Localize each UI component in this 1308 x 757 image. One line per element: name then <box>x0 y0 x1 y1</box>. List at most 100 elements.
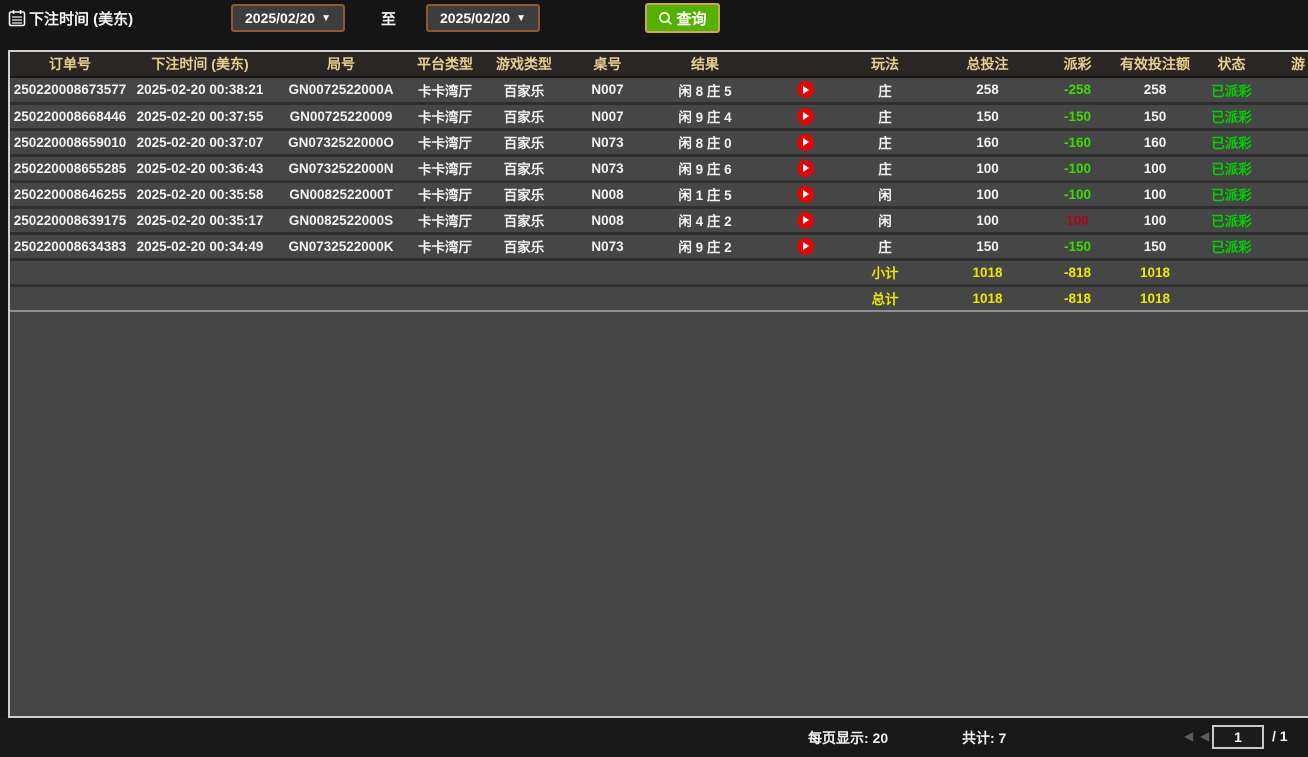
cell-game-type: 百家乐 <box>478 129 570 155</box>
cell-game-type: 百家乐 <box>478 207 570 233</box>
cell-result: 闲 1 庄 5 <box>645 181 765 207</box>
chevron-down-icon: ▼ <box>321 13 331 24</box>
cell-round-no: GN0082522000S <box>270 207 412 233</box>
play-icon <box>803 190 809 198</box>
cell-status: 已派彩 <box>1205 207 1258 233</box>
date-range-to-label: 至 <box>381 8 396 29</box>
bet-records-table: 订单号下注时间 (美东)局号平台类型游戏类型桌号结果玩法总投注派彩有效投注额状态… <box>10 52 1308 312</box>
search-icon <box>658 11 673 26</box>
cell-extra <box>1258 207 1308 233</box>
play-button[interactable] <box>797 160 814 177</box>
cell-status: 已派彩 <box>1205 129 1258 155</box>
column-header: 状态 <box>1205 52 1258 77</box>
play-button[interactable] <box>797 108 814 125</box>
cell-total-bet: 100 <box>925 155 1050 181</box>
cell-order-no: 250220008639175 <box>10 207 130 233</box>
cell-bet-time: 2025-02-20 00:35:58 <box>130 181 270 207</box>
cell-total-bet: 100 <box>925 181 1050 207</box>
column-header: 订单号 <box>10 52 130 77</box>
cell-status: 已派彩 <box>1205 77 1258 103</box>
summary-empty-cell <box>570 259 645 285</box>
cell-table-no: N007 <box>570 77 645 103</box>
cell-payout: -150 <box>1050 233 1105 259</box>
table-body: 2502200086735772025-02-20 00:38:21GN0072… <box>10 77 1308 311</box>
cell-table-no: N073 <box>570 233 645 259</box>
play-button[interactable] <box>797 81 814 98</box>
cell-bet-time: 2025-02-20 00:35:17 <box>130 207 270 233</box>
cell-platform: 卡卡湾厅 <box>412 77 478 103</box>
date-to-select[interactable]: 2025/02/20 ▼ <box>426 4 540 32</box>
cell-valid-bet: 100 <box>1105 207 1205 233</box>
summary-valid-bet: 1018 <box>1105 259 1205 285</box>
summary-label: 总计 <box>845 285 925 311</box>
cell-valid-bet: 160 <box>1105 129 1205 155</box>
summary-empty-cell <box>10 259 130 285</box>
bet-time-filter-label: 下注时间 (美东) <box>29 8 133 29</box>
cell-table-no: N008 <box>570 181 645 207</box>
summary-total-bet: 1018 <box>925 285 1050 311</box>
cell-round-no: GN0732522000K <box>270 233 412 259</box>
summary-empty-cell <box>645 259 765 285</box>
date-from-value: 2025/02/20 <box>245 10 315 26</box>
cell-payout: 100 <box>1050 207 1105 233</box>
cell-total-bet: 258 <box>925 77 1050 103</box>
page-number-input[interactable] <box>1212 725 1264 749</box>
first-page-arrow-icon[interactable]: ◀ <box>1184 730 1193 742</box>
cell-round-no: GN00725220009 <box>270 103 412 129</box>
cell-extra <box>1258 181 1308 207</box>
cell-valid-bet: 150 <box>1105 103 1205 129</box>
cell-round-no: GN0732522000N <box>270 155 412 181</box>
cell-platform: 卡卡湾厅 <box>412 103 478 129</box>
cell-bet-time: 2025-02-20 00:37:55 <box>130 103 270 129</box>
cell-order-no: 250220008673577 <box>10 77 130 103</box>
summary-empty-cell <box>270 285 412 311</box>
cell-game-type: 百家乐 <box>478 103 570 129</box>
summary-empty-cell <box>412 259 478 285</box>
cell-total-bet: 150 <box>925 103 1050 129</box>
cell-extra <box>1258 233 1308 259</box>
column-header: 下注时间 (美东) <box>130 52 270 77</box>
play-icon <box>803 242 809 250</box>
summary-empty-cell <box>1205 285 1258 311</box>
cell-bet-on: 闲 <box>845 207 925 233</box>
cell-bet-time: 2025-02-20 00:37:07 <box>130 129 270 155</box>
column-header: 有效投注额 <box>1105 52 1205 77</box>
cell-table-no: N007 <box>570 103 645 129</box>
play-button[interactable] <box>797 186 814 203</box>
per-page-display: 每页显示: 20 <box>808 728 888 748</box>
cell-bet-time: 2025-02-20 00:38:21 <box>130 77 270 103</box>
cell-table-no: N008 <box>570 207 645 233</box>
cell-round-no: GN0732522000O <box>270 129 412 155</box>
play-icon <box>803 164 809 172</box>
cell-payout: -160 <box>1050 129 1105 155</box>
column-header <box>765 52 845 77</box>
table-row: 2502200086343832025-02-20 00:34:49GN0732… <box>10 233 1308 259</box>
query-button[interactable]: 查询 <box>645 3 720 33</box>
play-button[interactable] <box>797 212 814 229</box>
cell-extra <box>1258 77 1308 103</box>
date-from-select[interactable]: 2025/02/20 ▼ <box>231 4 345 32</box>
summary-empty-cell <box>10 285 130 311</box>
cell-payout: -100 <box>1050 155 1105 181</box>
table-header-row: 订单号下注时间 (美东)局号平台类型游戏类型桌号结果玩法总投注派彩有效投注额状态… <box>10 52 1308 77</box>
table-row: 2502200086684462025-02-20 00:37:55GN0072… <box>10 103 1308 129</box>
cell-extra <box>1258 155 1308 181</box>
cell-valid-bet: 150 <box>1105 233 1205 259</box>
cell-table-no: N073 <box>570 155 645 181</box>
cell-bet-on: 庄 <box>845 155 925 181</box>
cell-platform: 卡卡湾厅 <box>412 181 478 207</box>
play-button[interactable] <box>797 238 814 255</box>
total-count: 共计: 7 <box>962 728 1006 748</box>
play-button[interactable] <box>797 134 814 151</box>
cell-platform: 卡卡湾厅 <box>412 207 478 233</box>
cell-valid-bet: 258 <box>1105 77 1205 103</box>
cell-play <box>765 129 845 155</box>
cell-result: 闲 9 庄 4 <box>645 103 765 129</box>
query-button-label: 查询 <box>676 8 706 29</box>
cell-game-type: 百家乐 <box>478 233 570 259</box>
summary-empty-cell <box>412 285 478 311</box>
cell-result: 闲 9 庄 2 <box>645 233 765 259</box>
prev-page-arrow-icon[interactable]: ◀ <box>1200 730 1209 742</box>
cell-game-type: 百家乐 <box>478 155 570 181</box>
cell-valid-bet: 100 <box>1105 181 1205 207</box>
